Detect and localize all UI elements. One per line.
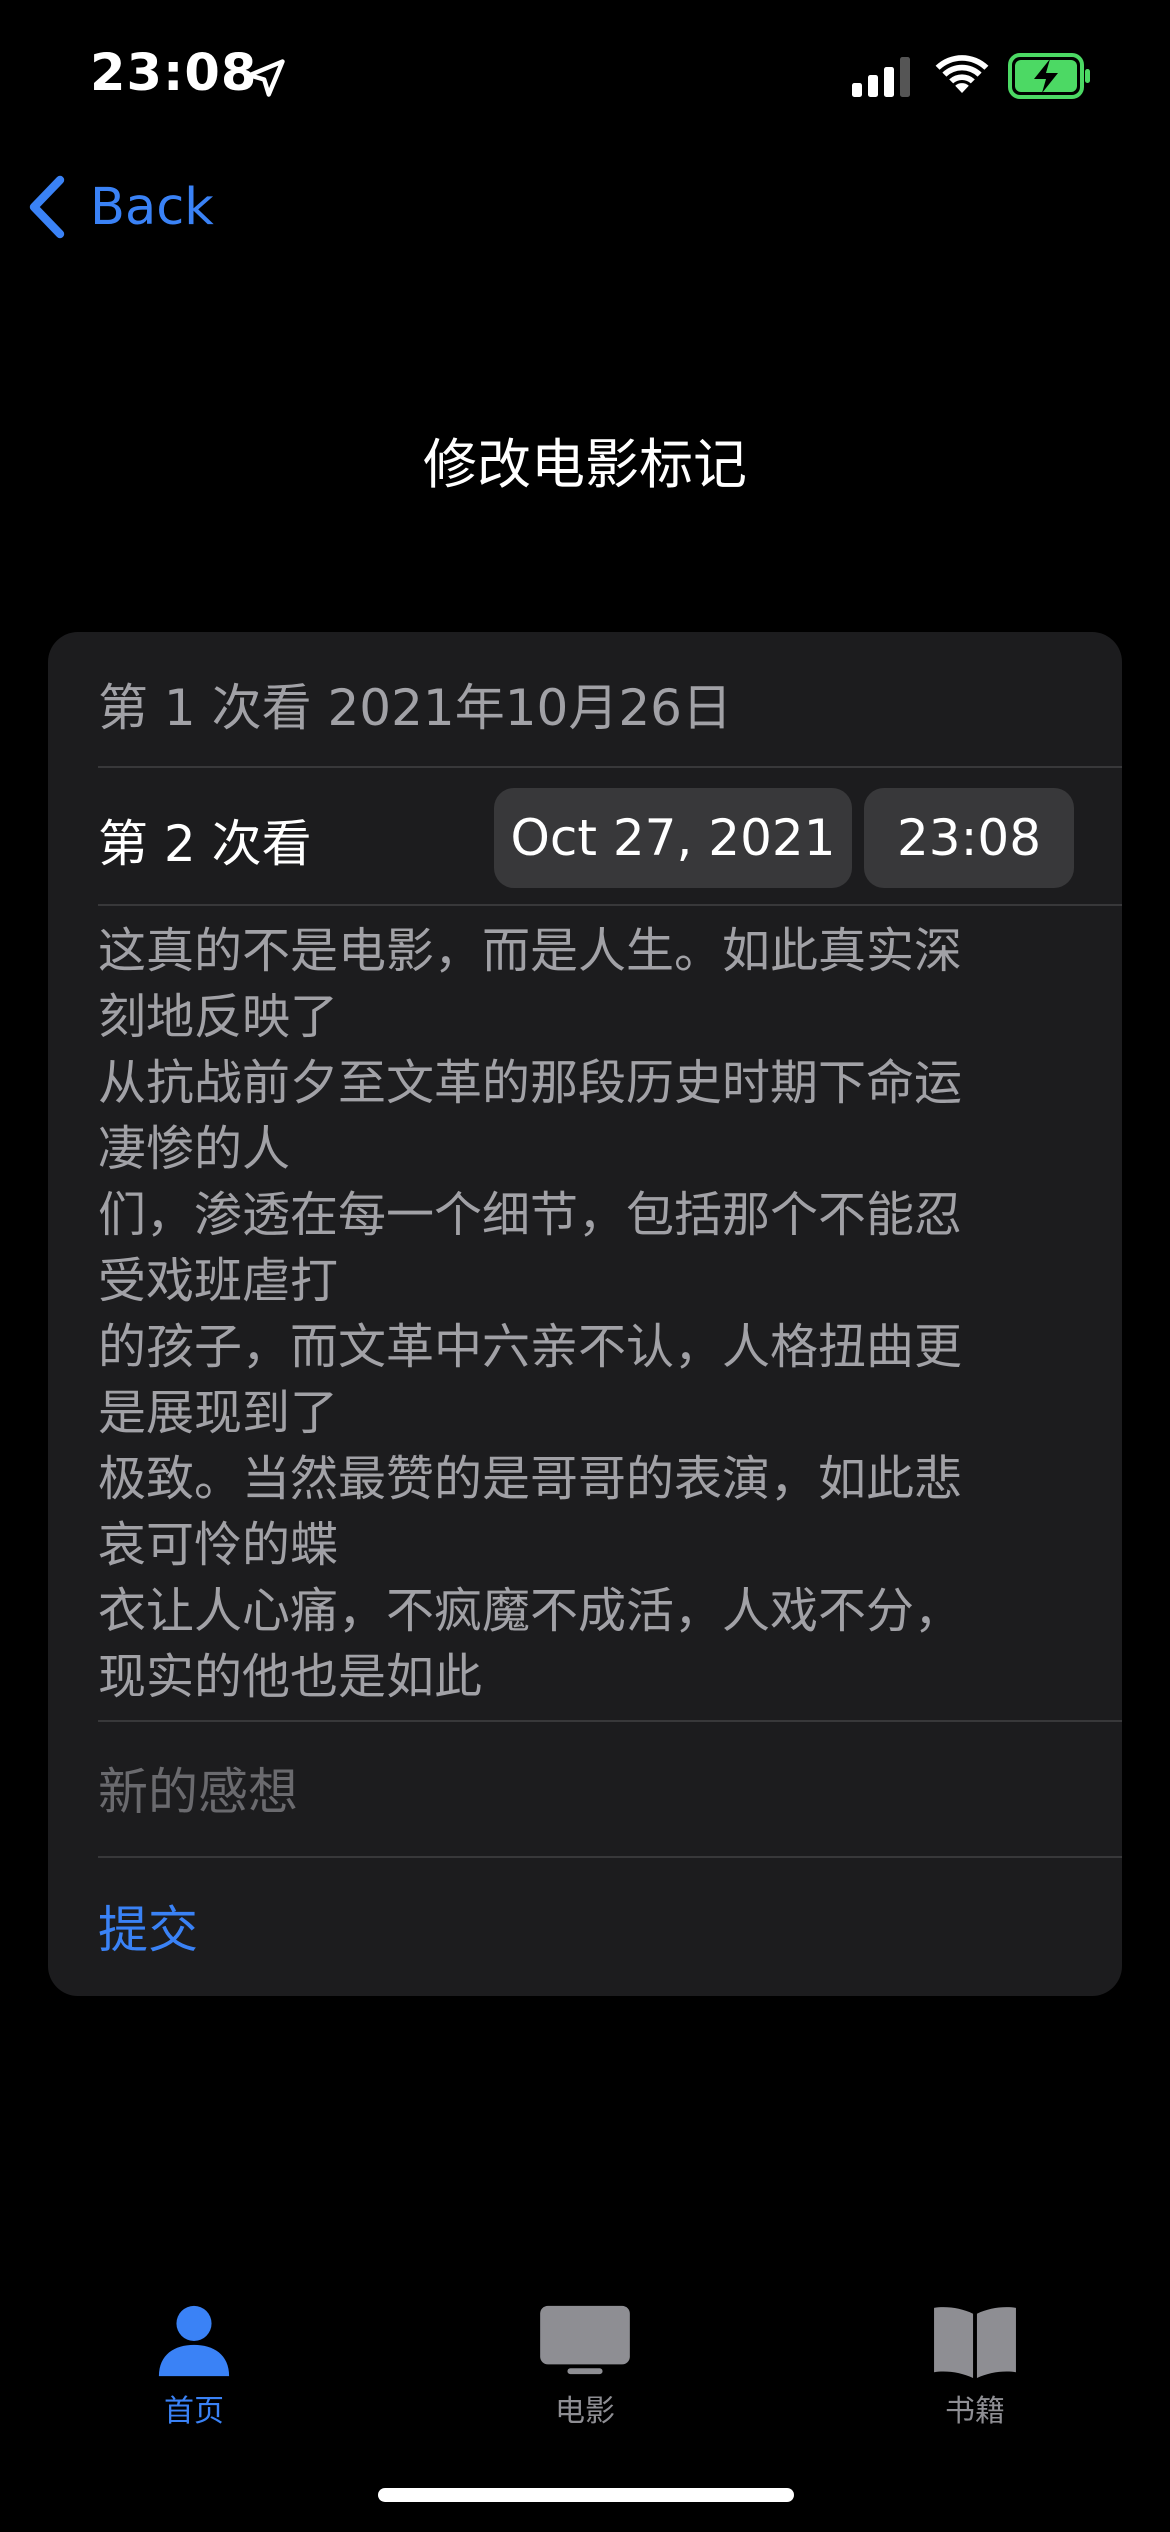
review-line: 这真的不是电影，而是人生。如此真实深 [98, 923, 963, 979]
cellular-signal-icon [852, 57, 910, 97]
movie-mark-form: 第 1 次看 2021年10月26日 第 2 次看 Oct 27, 2021 2… [48, 632, 1122, 1996]
tv-icon [540, 2305, 630, 2375]
date-picker[interactable]: Oct 27, 2021 [494, 788, 852, 888]
review-line: 从抗战前夕至文革的那段历史时期下命运 [98, 1055, 963, 1111]
time-picker[interactable]: 23:08 [864, 788, 1074, 888]
chevron-left-icon [29, 175, 65, 239]
review-row[interactable]: 这真的不是电影，而是人生。如此真实深 刻地反映了 从抗战前夕至文革的那段历史时期… [48, 906, 1122, 1705]
back-label: Back [90, 177, 214, 237]
home-indicator[interactable] [378, 2488, 794, 2502]
status-time: 23:08 [90, 44, 258, 103]
tab-movies-label: 电影 [555, 2394, 615, 2429]
status-bar: 23:08 [0, 0, 1170, 150]
first-watch-record: 第 1 次看 2021年10月26日 [98, 679, 732, 737]
person-icon [158, 2305, 230, 2377]
review-line: 哀可怜的蝶 [98, 1517, 339, 1573]
new-thought-input[interactable]: 新的感想 [98, 1752, 1058, 1822]
tab-books-label: 书籍 [945, 2394, 1005, 2429]
back-button[interactable]: Back [26, 170, 214, 244]
review-line: 们，渗透在每一个细节，包括那个不能忍 [98, 1187, 963, 1243]
review-line: 衣让人心痛，不疯魔不成活，人戏不分， [98, 1583, 963, 1639]
review-line: 极致。当然最赞的是哥哥的表演，如此悲 [98, 1451, 963, 1507]
review-line: 现实的他也是如此 [98, 1649, 483, 1705]
review-line: 是展现到了 [98, 1385, 339, 1441]
tab-bar: 首页 电影 书籍 [0, 2270, 1170, 2470]
submit-button[interactable]: 提交 [98, 1890, 198, 1962]
first-watch-row: 第 1 次看 2021年10月26日 [48, 632, 1122, 766]
screen: 23:08 Back 修改电影标记 第 1 次看 2021年10月26日 第 2… [0, 0, 1170, 2532]
book-icon [934, 2307, 1016, 2379]
review-line: 受戏班虐打 [98, 1253, 339, 1309]
new-thought-row[interactable]: 新的感想 [48, 1722, 1122, 1854]
review-line: 刻地反映了 [98, 989, 339, 1045]
tab-movies[interactable]: 电影 [465, 2270, 705, 2430]
tab-home-label: 首页 [164, 2394, 224, 2429]
battery-charging-icon [1008, 53, 1090, 99]
page-title: 修改电影标记 [423, 433, 747, 496]
date-value: Oct 27, 2021 [510, 809, 836, 867]
review-text[interactable]: 这真的不是电影，而是人生。如此真实深 刻地反映了 从抗战前夕至文革的那段历史时期… [98, 918, 1088, 1710]
tab-home[interactable]: 首页 [74, 2270, 314, 2430]
wifi-icon [935, 55, 989, 93]
review-line: 的孩子，而文革中六亲不认，人格扭曲更 [98, 1319, 963, 1375]
submit-row: 提交 [48, 1858, 1122, 1994]
review-line: 凄惨的人 [98, 1121, 291, 1177]
second-watch-label: 第 2 次看 [98, 815, 312, 873]
tab-books[interactable]: 书籍 [855, 2270, 1095, 2430]
second-watch-row: 第 2 次看 Oct 27, 2021 23:08 [48, 768, 1122, 904]
location-arrow-icon [247, 59, 285, 97]
time-value: 23:08 [896, 809, 1042, 867]
